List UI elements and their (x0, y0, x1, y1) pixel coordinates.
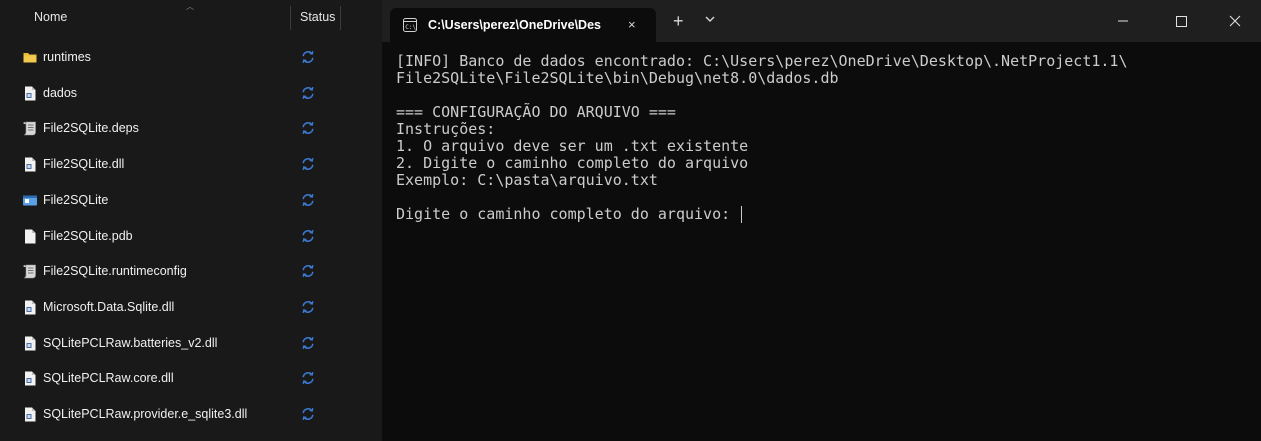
console-line: Instruções: (396, 121, 1256, 138)
console-line: 2. Digite o caminho completo do arquivo (396, 155, 1256, 172)
file-name: File2SQLite.pdb (43, 228, 133, 243)
sync-pending-icon (302, 193, 314, 206)
terminal-tab-icon: C:\ (403, 18, 417, 32)
file-name: SQLitePCLRaw.provider.e_sqlite3.dll (43, 407, 248, 421)
console-line: Digite o caminho completo do arquivo: (396, 206, 1256, 223)
file-name: dados (43, 85, 78, 100)
file-row[interactable]: File2SQLite.runtimeconfig (0, 254, 381, 288)
file-icon (25, 157, 36, 172)
file-row[interactable]: SQLitePCLRaw.core.dll (0, 361, 381, 395)
sync-pending-icon (302, 229, 314, 242)
console-text: === CONFIGURAÇÃO DO ARQUIVO === (396, 103, 676, 121)
maximize-icon[interactable] (1158, 0, 1204, 42)
blank-file-icon (25, 229, 36, 243)
console-text: Exemplo: C:\pasta\arquivo.txt (396, 171, 658, 189)
chevron-down-icon[interactable] (702, 12, 718, 26)
close-icon[interactable] (1212, 0, 1258, 42)
file-name: File2SQLite.runtimeconfig (43, 264, 187, 279)
file-icon (25, 86, 36, 101)
terminal-tab[interactable]: C:\ C:\Users\perez\OneDrive\Des × (390, 8, 656, 42)
sync-pending-icon (302, 408, 314, 420)
console-text: 1. O arquivo deve ser um .txt existente (396, 137, 749, 155)
minimize-icon[interactable] (1100, 0, 1146, 42)
sync-pending-icon (302, 158, 314, 171)
file-row[interactable]: SQLitePCLRaw.provider.e_sqlite3.dll (0, 397, 381, 431)
text-cursor (741, 206, 743, 223)
terminal-window: C:\ C:\Users\perez\OneDrive\Des × + [INF… (382, 0, 1261, 441)
app-icon (23, 195, 37, 206)
column-divider[interactable] (290, 6, 291, 30)
file-row[interactable]: File2SQLite (0, 183, 381, 217)
new-tab-button[interactable]: + (673, 12, 684, 30)
file-icon (25, 371, 36, 386)
sync-pending-icon (302, 300, 314, 313)
column-divider[interactable] (340, 6, 341, 30)
column-header-name[interactable]: Nome (34, 10, 67, 24)
console-text: [INFO] Banco de dados encontrado: C:\Use… (396, 52, 1128, 70)
column-header-status[interactable]: Status (300, 10, 335, 24)
console-line: 1. O arquivo deve ser um .txt existente (396, 138, 1256, 155)
file-row[interactable]: dados (0, 76, 381, 110)
console-line: Exemplo: C:\pasta\arquivo.txt (396, 172, 1256, 189)
console-text: 2. Digite o caminho completo do arquivo (396, 154, 749, 172)
sync-pending-icon (302, 122, 314, 135)
console-line: === CONFIGURAÇÃO DO ARQUIVO === (396, 104, 1256, 121)
file-name: File2SQLite.dll (43, 157, 125, 172)
script-file-icon (23, 122, 36, 136)
console-text: Instruções: (396, 120, 496, 138)
script-file-icon (23, 264, 36, 279)
terminal-titlebar[interactable]: C:\ C:\Users\perez\OneDrive\Des × + (382, 0, 1261, 42)
sync-pending-icon (302, 265, 314, 278)
file-row[interactable]: Microsoft.Data.Sqlite.dll (0, 290, 381, 324)
svg-text:C:\: C:\ (405, 24, 416, 31)
console-line: [INFO] Banco de dados encontrado: C:\Use… (396, 53, 1256, 70)
sort-caret-icon: ︿ (186, 2, 194, 11)
file-row[interactable]: File2SQLite.deps (0, 111, 381, 145)
file-explorer-pane: ︿ Nome Status runtimes dados File2SQLite.d… (0, 0, 381, 441)
sync-pending-icon (302, 336, 314, 349)
explorer-column-header: ︿ Nome Status (0, 0, 381, 34)
console-text: Digite o caminho completo do arquivo: (396, 205, 740, 223)
file-name: runtimes (43, 50, 91, 64)
file-row[interactable]: File2SQLite.dll (0, 147, 381, 181)
tab-close-icon[interactable]: × (628, 17, 636, 32)
file-name: SQLitePCLRaw.core.dll (43, 371, 174, 386)
file-name: File2SQLite (43, 192, 109, 207)
terminal-tab-title: C:\Users\perez\OneDrive\Des (428, 18, 601, 32)
sync-pending-icon (302, 86, 314, 99)
file-name: File2SQLite.deps (43, 121, 139, 136)
file-icon (25, 336, 36, 351)
file-name: SQLitePCLRaw.batteries_v2.dll (43, 335, 218, 350)
console-output[interactable]: [INFO] Banco de dados encontrado: C:\Use… (396, 53, 1256, 223)
sync-pending-icon (302, 51, 314, 63)
file-row[interactable]: File2SQLite.pdb (0, 219, 381, 253)
file-icon (25, 407, 36, 422)
folder-icon (23, 53, 37, 63)
console-text: File2SQLite\File2SQLite\bin\Debug\net8.0… (396, 69, 839, 87)
file-row[interactable]: SQLitePCLRaw.batteries_v2.dll (0, 326, 381, 360)
file-row[interactable]: runtimes (0, 40, 381, 74)
sync-pending-icon (302, 372, 314, 385)
file-icon (25, 300, 36, 315)
file-name: Microsoft.Data.Sqlite.dll (43, 299, 175, 314)
console-line: File2SQLite\File2SQLite\bin\Debug\net8.0… (396, 70, 1256, 87)
